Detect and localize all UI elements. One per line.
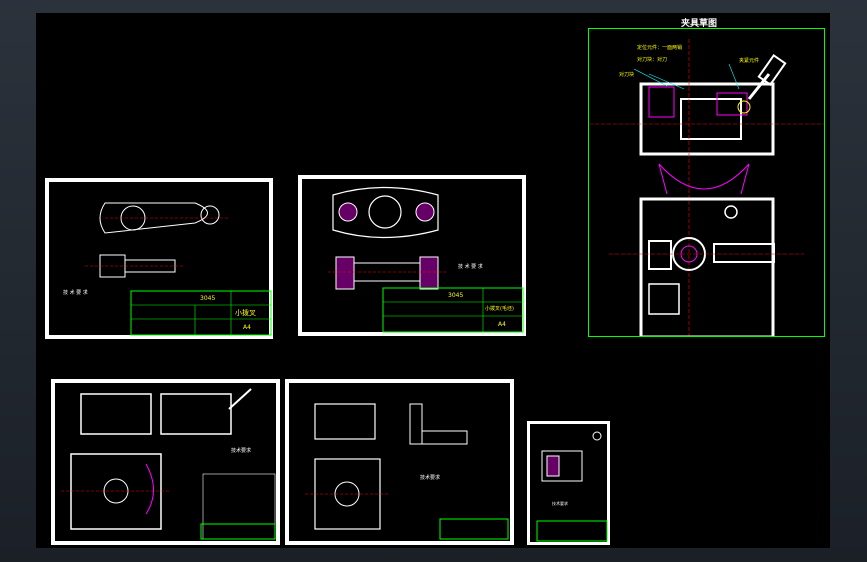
drawing-sheet-part[interactable]: 技 术 要 求 3045 小拨叉 A4 xyxy=(45,178,273,339)
blank-notes-title: 技 术 要 求 xyxy=(458,264,483,270)
part-notes-title: 技 术 要 求 xyxy=(63,290,88,296)
fixture-sketch-title: 夹具草图 xyxy=(681,19,718,29)
drawing-sheet-assembly[interactable]: 技术要求 xyxy=(51,379,280,545)
part-scale: A4 xyxy=(243,324,251,331)
fixture-callout-1: 定位元件：一面两销 xyxy=(637,45,683,51)
drawing-sheet-blank[interactable]: 技 术 要 求 3045 小拨叉(毛坯) A4 xyxy=(298,175,526,336)
assembly-notes-title: 技术要求 xyxy=(231,448,252,454)
fixture-callout-3: 对刀块：对刀 xyxy=(637,57,668,63)
part-number: 3045 xyxy=(200,295,216,302)
assembly-drawing xyxy=(61,388,276,540)
drawing-sheet-process[interactable]: 技术要求 xyxy=(527,421,610,545)
blank-part-name: 小拨叉(毛坯) xyxy=(485,306,514,312)
fixture-callout-2: 对刀块 xyxy=(619,72,635,78)
detail-drawing xyxy=(305,403,509,540)
drawing-sheet-detail[interactable]: 技术要求 xyxy=(285,379,514,545)
process-drawing xyxy=(536,431,608,542)
part-name: 小拨叉 xyxy=(235,309,256,317)
fixture-callout-4: 夹紧元件 xyxy=(739,58,760,64)
cad-canvas[interactable]: 夹具草图 定位元件：一面两销 对刀块 对刀块：对刀 夹紧元件 技 术 要 求 3… xyxy=(36,13,830,548)
process-notes-title: 技术要求 xyxy=(552,501,568,506)
fixture-sketch-panel[interactable]: 夹具草图 定位元件：一面两销 对刀块 对刀块：对刀 夹紧元件 xyxy=(588,19,825,337)
detail-notes-title: 技术要求 xyxy=(420,475,441,481)
blank-scale: A4 xyxy=(498,321,506,328)
blank-part-number: 3045 xyxy=(448,292,464,299)
